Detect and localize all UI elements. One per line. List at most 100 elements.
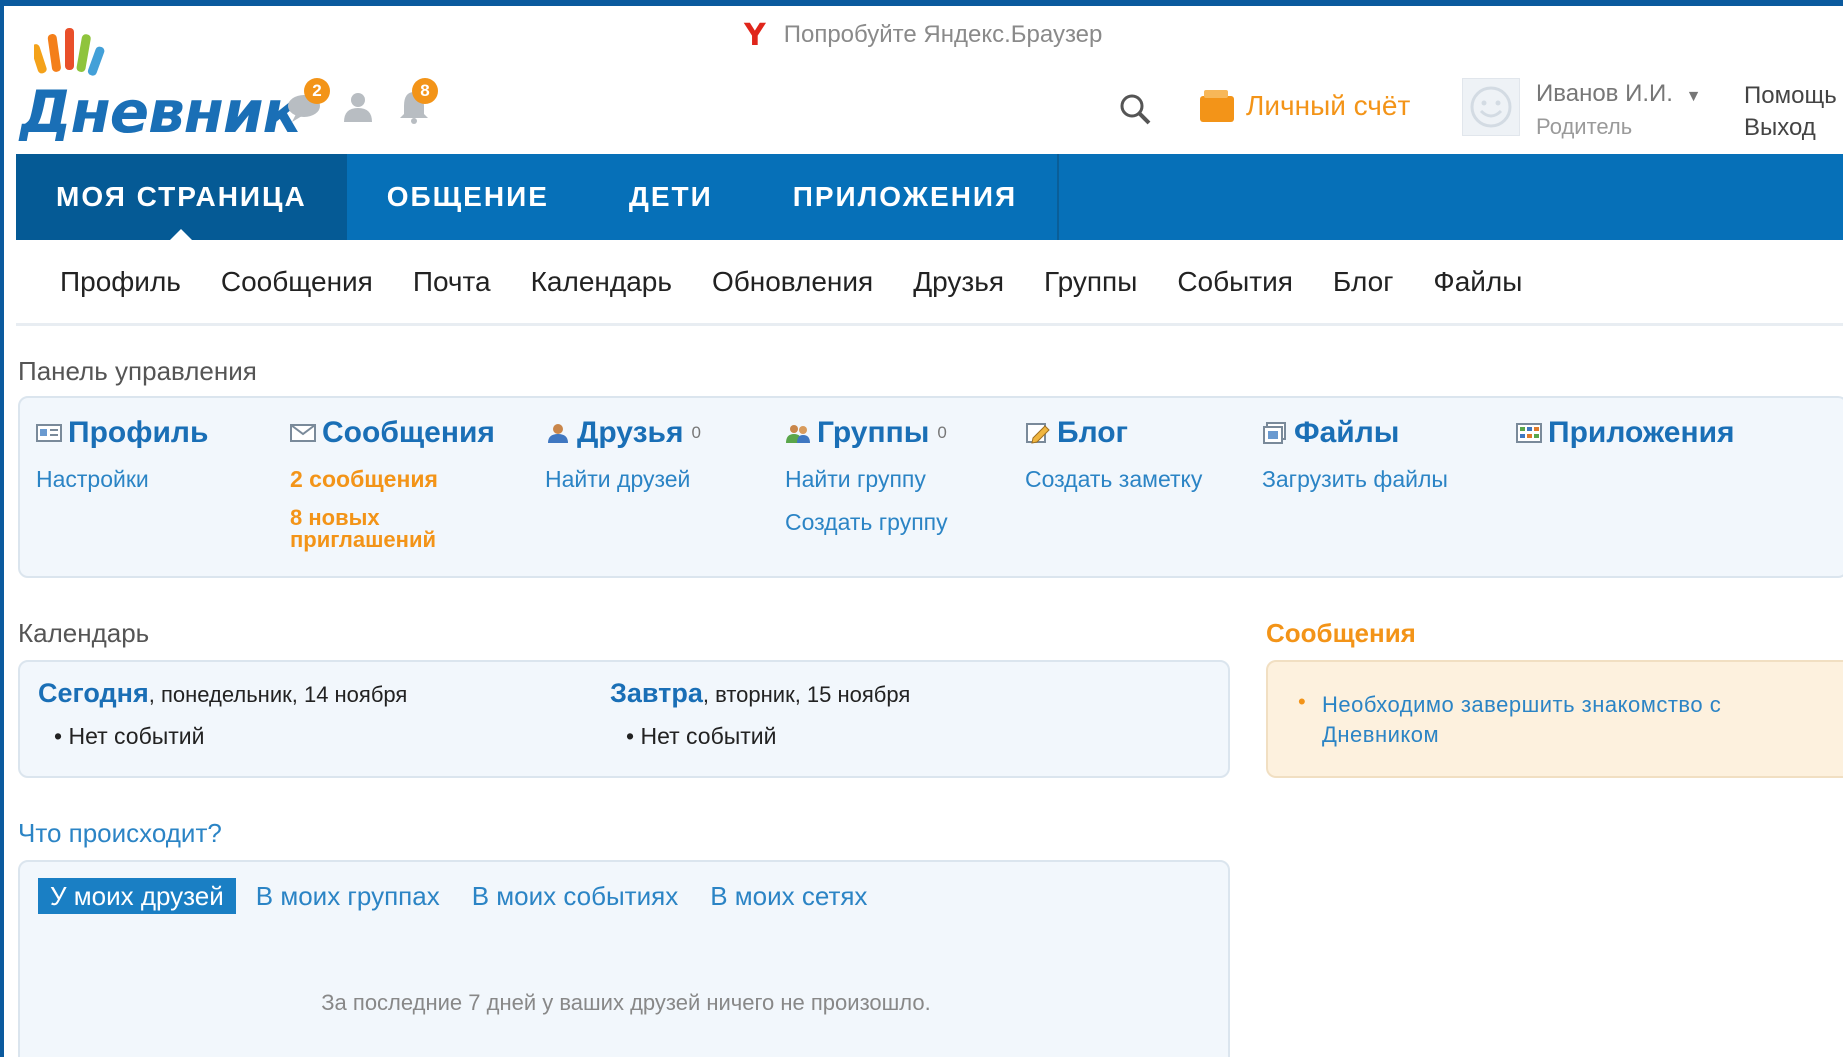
person-icon [344,93,372,122]
subnav-groups[interactable]: Группы [1044,266,1137,298]
today-event: • Нет событий [54,723,205,749]
yandex-browser-promo[interactable]: Y Попробуйте Яндекс.Браузер [744,17,1103,53]
settings-link[interactable]: Настройки [36,466,208,493]
nav-children[interactable]: ДЕТИ [589,154,753,240]
subnav-mail[interactable]: Почта [413,266,491,298]
calendar-tomorrow: Завтра, вторник, 15 ноября • Нет событий [610,678,910,750]
user-name: Иванов И.И. [1536,80,1673,107]
tab-my-networks[interactable]: В моих сетях [698,878,879,914]
panel-messages: Сообщения 2 сообщения 8 новых приглашени… [290,416,495,551]
panel-apps: Приложения [1516,416,1735,450]
alerts-notification[interactable]: 8 [394,78,438,126]
control-panel: Профиль Настройки Сообщения 2 сообщения … [18,396,1843,578]
chevron-down-icon: ▼ [1685,88,1702,105]
today-header: Сегодня, понедельник, 14 ноября [38,678,407,709]
panel-groups-title[interactable]: Группы 0 [785,416,948,450]
panel-friends: Друзья 0 Найти друзей [545,416,701,493]
calendar-title: Календарь [18,618,150,648]
account-label: Личный счёт [1246,90,1411,121]
activity-title: Что происходит? [18,818,222,848]
search-icon [1120,94,1151,125]
panel-friends-title[interactable]: Друзья 0 [545,416,701,450]
user-menu[interactable]: Иванов И.И. ▼ [1536,80,1701,108]
group-icon [786,425,810,443]
panel-groups: Группы 0 Найти группу Создать группу [785,416,948,536]
subnav-messages[interactable]: Сообщения [221,266,373,298]
subnav-calendar[interactable]: Календарь [531,266,672,298]
panel-groups-label: Группы [817,416,930,449]
tomorrow-header: Завтра, вторник, 15 ноября [610,678,910,709]
tomorrow-event: • Нет событий [626,723,777,749]
panel-messages-label: Сообщения [322,416,495,449]
subnav-blog[interactable]: Блог [1333,266,1394,298]
nav-my-page[interactable]: МОЯ СТРАНИЦА [16,154,347,240]
invitations-link[interactable]: 8 новых приглашений [290,507,460,551]
panel-profile-title[interactable]: Профиль [36,416,208,450]
panel-blog: Блог Создать заметку [1025,416,1202,493]
nav-filler [1057,154,1843,240]
wallet-icon [1200,90,1234,122]
find-group-link[interactable]: Найти группу [785,466,948,493]
subnav-friends[interactable]: Друзья [913,266,1004,298]
subnav-events[interactable]: События [1177,266,1293,298]
yandex-logo-icon: Y [744,17,766,53]
pencil-note-icon [1026,423,1050,444]
panel-blog-label: Блог [1057,416,1129,449]
calendar-today: Сегодня, понедельник, 14 ноября • Нет со… [38,678,407,750]
logout-link[interactable]: Выход [1744,114,1816,142]
dnevnik-logo[interactable]: Дневник [14,28,314,146]
logo-wordmark: Дневник [20,78,302,146]
nav-apps[interactable]: ПРИЛОЖЕНИЯ [753,154,1057,240]
tomorrow-link[interactable]: Завтра [610,678,703,708]
help-link[interactable]: Помощь [1744,82,1837,110]
panel-files-title[interactable]: Файлы [1262,416,1448,450]
subnav-updates[interactable]: Обновления [712,266,873,298]
bullet-icon: • [1298,689,1306,714]
activity-empty-message: За последние 7 дней у ваших друзей ничег… [321,990,931,1015]
panel-blog-title[interactable]: Блог [1025,416,1202,450]
find-friends-link[interactable]: Найти друзей [545,466,701,493]
groups-count: 0 [937,423,947,442]
upload-files-link[interactable]: Загрузить файлы [1262,466,1448,493]
panel-files-label: Файлы [1294,416,1400,449]
create-note-link[interactable]: Создать заметку [1025,466,1202,493]
tab-my-groups[interactable]: В моих группах [244,878,452,914]
user-role: Родитель [1536,114,1633,139]
messages-notification[interactable]: 2 [286,78,330,126]
smiley-icon [1470,86,1512,128]
page: Y Попробуйте Яндекс.Браузер Дневник 2 8 … [4,6,1843,1057]
friends-count: 0 [691,423,701,442]
panel-profile: Профиль Настройки [36,416,208,493]
apps-grid-icon [1516,423,1542,443]
personal-account-link[interactable]: Личный счёт [1200,90,1410,122]
panel-profile-label: Профиль [68,416,209,449]
panel-title: Панель управления [18,356,257,386]
search-button[interactable] [1116,90,1156,130]
id-card-icon [36,424,62,442]
alerts-badge: 8 [412,78,438,104]
friends-notification[interactable] [338,86,378,126]
create-group-link[interactable]: Создать группу [785,509,948,536]
today-date: , понедельник, 14 ноября [148,682,408,707]
messages-box: • Необходимо завершить знакомство с Днев… [1266,660,1843,778]
tab-my-friends[interactable]: У моих друзей [38,878,236,914]
panel-messages-title[interactable]: Сообщения [290,416,495,450]
nav-communication[interactable]: ОБЩЕНИЕ [347,154,589,240]
avatar[interactable] [1462,78,1520,136]
subnav-files[interactable]: Файлы [1433,266,1522,298]
messages-box-title: Сообщения [1266,618,1416,648]
sub-nav: Профиль Сообщения Почта Календарь Обновл… [16,240,1843,326]
promo-text[interactable]: Попробуйте Яндекс.Браузер [784,21,1103,49]
messages-count-link[interactable]: 2 сообщения [290,466,495,493]
calendar-box: Сегодня, понедельник, 14 ноября • Нет со… [18,660,1230,778]
envelope-icon [290,424,316,442]
panel-apps-label: Приложения [1548,416,1735,449]
subnav-profile[interactable]: Профиль [60,266,181,298]
tomorrow-date: , вторник, 15 ноября [702,682,911,707]
files-icon [1263,422,1286,444]
message-item[interactable]: Необходимо завершить знакомство с Дневни… [1322,690,1792,750]
tab-my-events[interactable]: В моих событиях [460,878,691,914]
today-link[interactable]: Сегодня [38,678,149,708]
user-icon [548,424,568,443]
panel-apps-title[interactable]: Приложения [1516,416,1735,450]
